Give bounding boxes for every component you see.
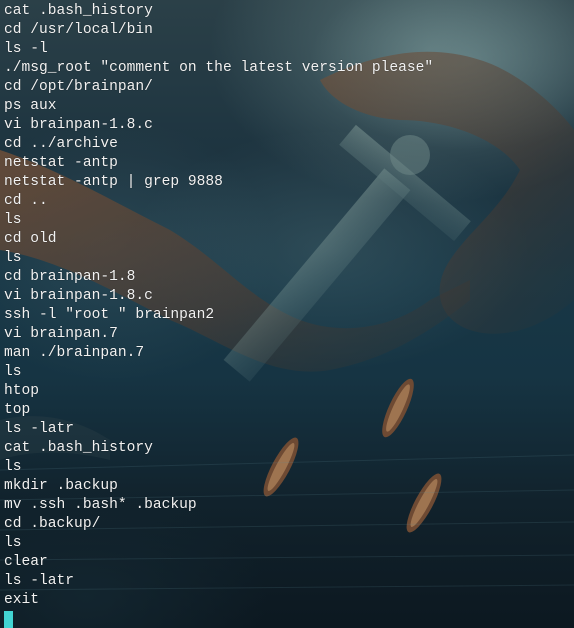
terminal-line: clear <box>4 554 48 570</box>
terminal-line: cd ../archive <box>4 136 118 152</box>
terminal-line: cd /usr/local/bin <box>4 22 153 38</box>
terminal-window[interactable]: cat .bash_history cd /usr/local/bin ls -l.… <box>0 0 574 628</box>
terminal-line: ./msg_root "comment on the latest versio… <box>4 60 434 76</box>
terminal-line: ssh -l "root " brainpan2 <box>4 307 215 323</box>
terminal-line: ls <box>4 459 22 475</box>
terminal-line: ls -latr <box>4 421 75 437</box>
terminal-line: netstat -antp <box>4 155 118 171</box>
terminal-line: ps aux <box>4 98 57 114</box>
terminal-line: cat .bash_history <box>4 3 153 19</box>
terminal-line: vi brainpan-1.8.c <box>4 117 153 133</box>
terminal-line: cd old <box>4 231 57 247</box>
terminal-line: cat .bash_history <box>4 440 153 456</box>
terminal-line: vi brainpan-1.8.c <box>4 288 153 304</box>
terminal-line: cd brainpan-1.8 <box>4 269 136 285</box>
terminal-line: mkdir .backup <box>4 478 118 494</box>
terminal-line: netstat -antp | grep 9888 <box>4 174 223 190</box>
terminal-line: man ./brainpan.7 <box>4 345 145 361</box>
terminal-line: ls <box>4 535 22 551</box>
terminal-line: mv .ssh .bash* .backup <box>4 497 197 513</box>
terminal-line: vi brainpan.7 <box>4 326 118 342</box>
terminal-line: ls <box>4 212 22 228</box>
terminal-line: cd .. <box>4 193 48 209</box>
terminal-line: ls <box>4 364 22 380</box>
terminal-line: htop <box>4 383 40 399</box>
terminal-line: ls <box>4 250 22 266</box>
terminal-line: ls -latr <box>4 573 75 589</box>
terminal-cursor[interactable] <box>4 611 13 628</box>
terminal-line: cd /opt/brainpan/ <box>4 79 153 95</box>
terminal-line: cd .backup/ <box>4 516 101 532</box>
terminal-line: exit <box>4 592 40 608</box>
bash-history-output: cat .bash_history cd /usr/local/bin ls -l.… <box>4 2 433 610</box>
terminal-line: top <box>4 402 31 418</box>
terminal-line: ls -l <box>4 41 48 57</box>
